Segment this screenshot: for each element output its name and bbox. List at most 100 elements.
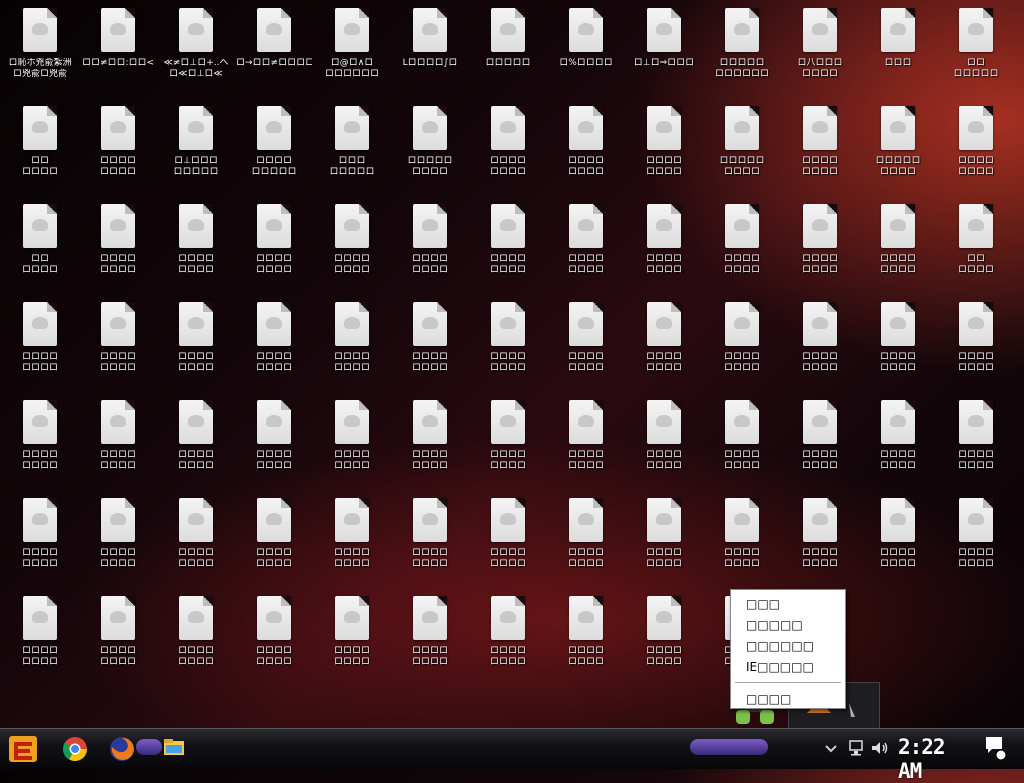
start-button[interactable] <box>6 733 40 765</box>
desktop-file-icon[interactable]: ロロロロロロロロ <box>703 200 781 298</box>
chevron-down-icon[interactable] <box>824 739 844 757</box>
desktop-file-icon[interactable]: ロ⊥ロ⇒ロロロ <box>625 4 703 102</box>
desktop-file-icon[interactable]: ロロロロロロロロ <box>547 200 625 298</box>
desktop-file-icon[interactable]: ロロロロロロロロ <box>235 200 313 298</box>
desktop-file-icon[interactable]: ロロロロロロロロ <box>547 494 625 592</box>
chrome-icon[interactable] <box>61 735 89 763</box>
desktop-file-icon[interactable]: ロロロロロロロロ <box>391 592 469 690</box>
desktop-file-icon[interactable]: ロロロロロロロロ <box>937 298 1015 396</box>
desktop-file-icon[interactable]: ロロロロロロロロ <box>937 102 1015 200</box>
desktop-file-icon[interactable]: ロロロロロロロロ <box>781 200 859 298</box>
desktop-file-icon[interactable]: ロロロロロロロロ <box>79 200 157 298</box>
desktop-file-icon[interactable]: ロロロロロ <box>469 4 547 102</box>
desktop-file-icon[interactable]: Lロロロロ∫ロ <box>391 4 469 102</box>
desktop-file-icon[interactable]: ロロロロロロロロ <box>313 396 391 494</box>
desktop-file-icon[interactable]: ロロロロロロロロ <box>703 494 781 592</box>
taskbar-clock[interactable]: 2:22 AM <box>898 735 968 783</box>
notification-icon[interactable] <box>984 733 1008 763</box>
desktop-file-icon[interactable]: ロ⊥ロロロ ロロロロロ <box>157 102 235 200</box>
desktop-file-icon[interactable]: ロロロロロロロロ <box>859 396 937 494</box>
desktop-file-icon[interactable]: ロロロロロ ロロロロロロ <box>703 4 781 102</box>
desktop-file-icon[interactable]: ロロロロロロロロ <box>157 396 235 494</box>
desktop-file-icon[interactable]: ロロロロロロロロ <box>157 298 235 396</box>
desktop-file-icon[interactable]: ロ→ロロ≠ロロロロロ <box>235 4 313 102</box>
desktop-file-icon[interactable]: ロロロロロロロロ <box>937 494 1015 592</box>
desktop-file-icon[interactable]: ロロロロロロロロ <box>79 592 157 690</box>
desktop-file-icon[interactable]: ロロロロロロロロ <box>157 200 235 298</box>
desktop-file-icon[interactable]: ロロロロロロロロ <box>859 298 937 396</box>
desktop-file-icon[interactable]: ロ八ロロロ ロロロロ <box>781 4 859 102</box>
desktop-file-icon[interactable]: ロロロロロロロロ <box>781 102 859 200</box>
desktop-file-icon[interactable]: ロロロロロロロロ <box>859 494 937 592</box>
desktop-file-icon[interactable]: ロロロロロロロロ <box>235 592 313 690</box>
desktop-file-icon[interactable]: ロロロ <box>859 4 937 102</box>
desktop-file-icon[interactable]: ロロロロロロロロ <box>1 298 79 396</box>
desktop-file-icon[interactable]: ロロロロロロロロ <box>79 396 157 494</box>
desktop-file-icon[interactable]: ロロ≠ロロ:ロロ< <box>79 4 157 102</box>
desktop-file-icon[interactable]: ロロロロロロロロ <box>79 298 157 396</box>
desktop-file-icon[interactable]: ロロ ロロロロロ <box>937 4 1015 102</box>
desktop-file-icon[interactable]: ロロロロロロロロ <box>1 396 79 494</box>
desktop-file-icon[interactable]: ロロロロロロロロロ <box>703 102 781 200</box>
desktop-file-icon[interactable]: ロロロロロロロロ <box>391 298 469 396</box>
desktop-file-icon[interactable]: ロロロロロロロロ <box>703 298 781 396</box>
desktop-file-icon[interactable]: ロロロロロロロロ <box>313 592 391 690</box>
desktop-file-icon[interactable]: ロロロロロロロロ <box>1 494 79 592</box>
desktop-file-icon[interactable]: ロロロロロロロロロ <box>235 102 313 200</box>
desktop-file-icon[interactable]: ロロ ロロロロ <box>1 200 79 298</box>
desktop-file-icon[interactable]: ロロロロロロロロ <box>625 298 703 396</box>
volume-icon[interactable] <box>870 739 890 757</box>
desktop-file-icon[interactable]: ロロロロロロロロ <box>625 494 703 592</box>
desktop-file-icon[interactable]: ロロロロロロロロ <box>235 298 313 396</box>
desktop-file-icon[interactable]: ロロロロロロロロ <box>937 396 1015 494</box>
firefox-icon[interactable] <box>108 735 136 763</box>
desktop-file-icon[interactable]: ロロ ロロロロ <box>937 200 1015 298</box>
desktop-file-icon[interactable]: ≪≠ロ⊥ロ+..ヘ ロ≪ロ⊥ロ≪ <box>157 4 235 102</box>
desktop-file-icon[interactable]: ロロロロロロロロ <box>625 396 703 494</box>
desktop-file-icon[interactable]: ロロロロロロロロ <box>157 494 235 592</box>
desktop-file-icon[interactable]: ロロロロロロロロロ <box>391 102 469 200</box>
desktop-file-icon[interactable]: ロロロロロロロロ <box>469 298 547 396</box>
desktop-file-icon[interactable]: ロ@ロ∧ロ ロロロロロロ <box>313 4 391 102</box>
desktop-file-icon[interactable]: ロロロロロロロロ <box>79 102 157 200</box>
desktop-file-icon[interactable]: ロロロロロロロロ <box>781 396 859 494</box>
desktop-file-icon[interactable]: ロロロロロロロロ <box>235 396 313 494</box>
file-explorer-icon[interactable] <box>162 735 190 763</box>
desktop-file-icon[interactable]: ロロロロロロロロ <box>469 200 547 298</box>
desktop-file-icon[interactable]: ロロロロロロロロ <box>469 494 547 592</box>
desktop-file-icon[interactable]: ロロロロロロロロ <box>703 396 781 494</box>
desktop-file-icon[interactable]: ロロロロロロロロ <box>625 592 703 690</box>
desktop-file-icon[interactable]: ロロロロロロロロ <box>313 298 391 396</box>
desktop-file-icon[interactable]: ロロロロロロロロ <box>79 494 157 592</box>
desktop-file-icon[interactable]: ロロ ロロロロ <box>1 102 79 200</box>
desktop-file-icon[interactable]: ロロロロロロロロ <box>547 298 625 396</box>
desktop-file-icon[interactable]: ロロロロロロロロ <box>547 396 625 494</box>
desktop-file-icon[interactable]: ロロロロロロロロ <box>1 592 79 690</box>
context-menu-item-exit[interactable]: □□□□ <box>731 689 845 710</box>
desktop-file-icon[interactable]: ロロロロロロロロ <box>625 102 703 200</box>
context-menu-item-2[interactable]: □□□□□ <box>731 615 845 636</box>
desktop-file-icon[interactable]: ロロロロロロロロ <box>391 200 469 298</box>
context-menu-item-4[interactable]: IE□□□□□ <box>731 657 845 678</box>
desktop-file-icon[interactable]: ロロロロロロロロ <box>781 494 859 592</box>
desktop-file-icon[interactable]: ロロロロロロロロ <box>469 102 547 200</box>
desktop-file-icon[interactable]: ロロロロロロロロ <box>313 102 391 200</box>
desktop-file-icon[interactable]: ロロロロロロロロ <box>157 592 235 690</box>
context-menu-item-3[interactable]: □□□□□□ <box>731 636 845 657</box>
desktop-file-icon[interactable]: ロロロロロロロロ <box>859 200 937 298</box>
context-menu-item-1[interactable]: □□□ <box>731 594 845 615</box>
desktop-file-icon[interactable]: ロロロロロロロロ <box>469 592 547 690</box>
desktop-file-icon[interactable]: ロ%ロロロロ <box>547 4 625 102</box>
desktop-file-icon[interactable]: ロロロロロロロロ <box>391 494 469 592</box>
desktop-file-icon[interactable]: ロロロロロロロロ <box>547 102 625 200</box>
desktop-file-icon[interactable]: ロロロロロロロロ <box>391 396 469 494</box>
desktop-file-icon[interactable]: ロロロロロロロロ <box>547 592 625 690</box>
desktop-file-icon[interactable]: ロロロロロロロロロ <box>859 102 937 200</box>
desktop-file-icon[interactable]: ロ恥ホ兇兪紮洲 ロ兇兪ロ兇兪 <box>1 4 79 102</box>
desktop-file-icon[interactable]: ロロロロロロロロ <box>469 396 547 494</box>
desktop-file-icon[interactable]: ロロロロロロロロ <box>235 494 313 592</box>
desktop-file-icon[interactable]: ロロロロロロロロ <box>625 200 703 298</box>
network-icon[interactable] <box>848 739 868 757</box>
desktop-file-icon[interactable]: ロロロロロロロロ <box>313 200 391 298</box>
desktop-file-icon[interactable]: ロロロロロロロロ <box>313 494 391 592</box>
